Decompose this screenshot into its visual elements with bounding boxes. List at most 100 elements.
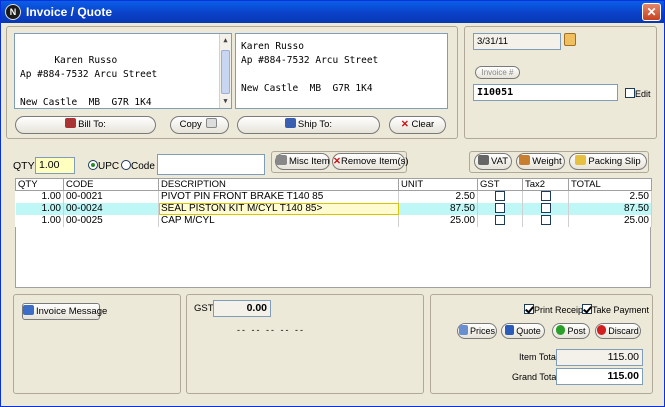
scroll-up-icon[interactable]: ▲ bbox=[220, 35, 231, 46]
bill-to-button[interactable]: Bill To: bbox=[15, 116, 156, 134]
column-header[interactable]: GST bbox=[477, 178, 523, 191]
scroll-down-icon[interactable]: ▼ bbox=[220, 96, 231, 107]
pencil-icon bbox=[276, 155, 287, 165]
row-tax2[interactable] bbox=[522, 203, 569, 215]
table-row[interactable]: 1.00 00-0025 CAP M/CYL 25.00 25.00 bbox=[15, 215, 652, 227]
ship-to-button[interactable]: Ship To: bbox=[237, 116, 380, 134]
x-icon: ✕ bbox=[400, 119, 409, 130]
invoice-number-field[interactable]: I10051 bbox=[473, 84, 618, 101]
row-code[interactable]: 00-0024 bbox=[63, 203, 159, 215]
post-button[interactable]: Post bbox=[552, 323, 590, 339]
column-header[interactable]: Tax2 bbox=[522, 178, 569, 191]
row-total[interactable]: 25.00 bbox=[568, 215, 652, 227]
tax2-checkbox[interactable] bbox=[540, 215, 551, 225]
column-header[interactable]: QTY bbox=[15, 178, 64, 191]
tax2-checkbox[interactable] bbox=[540, 191, 551, 201]
packing-slip-button[interactable]: Packing Slip bbox=[569, 153, 647, 170]
take-payment-checkbox[interactable]: Take Payment bbox=[582, 304, 649, 315]
scroll-thumb[interactable] bbox=[221, 50, 230, 94]
row-tax2[interactable] bbox=[522, 215, 569, 227]
truck-icon bbox=[284, 118, 296, 128]
totals-panel: Print Receipt Take Payment Prices Quote … bbox=[430, 294, 653, 394]
gst-label: GST bbox=[194, 303, 214, 314]
extras-panel: VAT Weight Packing Slip bbox=[469, 151, 649, 173]
calculator-icon bbox=[477, 155, 489, 165]
row-tax2[interactable] bbox=[522, 190, 569, 203]
invoice-number-button[interactable]: Invoice # bbox=[475, 66, 520, 79]
row-unit[interactable]: 25.00 bbox=[398, 215, 478, 227]
date-field[interactable]: 3/31/11 bbox=[473, 33, 561, 50]
users-icon bbox=[65, 118, 77, 128]
gst-total-field: 0.00 bbox=[213, 300, 271, 317]
clear-button[interactable]: ✕ Clear bbox=[389, 116, 446, 134]
bill-to-address[interactable]: Karen Russo Ap #884-7532 Arcu Street New… bbox=[14, 33, 232, 109]
row-unit[interactable]: 2.50 bbox=[398, 190, 478, 203]
prices-button[interactable]: Prices bbox=[457, 323, 497, 339]
row-code[interactable]: 00-0025 bbox=[63, 215, 159, 227]
column-header[interactable]: UNIT bbox=[398, 178, 478, 191]
row-unit[interactable]: 87.50 bbox=[398, 203, 478, 215]
title-bar: N Invoice / Quote ✕ bbox=[1, 1, 664, 23]
grand-total-field: 115.00 bbox=[556, 368, 643, 385]
table-row[interactable]: 1.00 00-0024 SEAL PISTON KIT M/CYL T140 … bbox=[15, 203, 652, 215]
row-description[interactable]: SEAL PISTON KIT M/CYL T140 85> bbox=[158, 203, 399, 215]
bill-to-scrollbar[interactable]: ▲ ▼ bbox=[219, 34, 231, 108]
row-qty[interactable]: 1.00 bbox=[15, 190, 64, 203]
edit-checkbox[interactable]: Edit bbox=[625, 88, 651, 99]
tax-panel: GST 0.00 -- -- -- -- -- bbox=[186, 294, 424, 394]
discard-icon bbox=[597, 325, 607, 335]
prices-icon bbox=[458, 325, 468, 335]
search-input[interactable] bbox=[157, 154, 265, 175]
window-title: Invoice / Quote bbox=[26, 5, 113, 19]
qty-input[interactable]: 1.00 bbox=[35, 157, 75, 174]
copy-button[interactable]: Copy bbox=[170, 116, 229, 134]
gst-checkbox[interactable] bbox=[495, 215, 505, 225]
column-header[interactable]: CODE bbox=[63, 178, 159, 191]
row-qty[interactable]: 1.00 bbox=[15, 203, 64, 215]
code-radio-dot[interactable] bbox=[121, 160, 131, 170]
row-code[interactable]: 00-0021 bbox=[63, 190, 159, 203]
take-payment-check[interactable] bbox=[582, 304, 592, 314]
row-gst[interactable] bbox=[477, 203, 523, 215]
ship-to-address[interactable]: Karen Russo Ap #884-7532 Arcu Street New… bbox=[235, 33, 448, 109]
qty-label: QTY bbox=[13, 160, 35, 172]
app-icon: N bbox=[5, 4, 21, 20]
upc-radio-dot[interactable] bbox=[88, 160, 98, 170]
quote-button[interactable]: Quote bbox=[501, 323, 545, 339]
row-gst[interactable] bbox=[477, 215, 523, 227]
item-total-field: 115.00 bbox=[556, 349, 643, 366]
item-total-label: Item Total bbox=[519, 352, 558, 362]
calendar-icon[interactable] bbox=[564, 33, 576, 46]
row-description[interactable]: PIVOT PIN FRONT BRAKE T140 85 bbox=[158, 190, 399, 203]
discard-button[interactable]: Discard bbox=[595, 323, 641, 339]
row-gst[interactable] bbox=[477, 190, 523, 203]
row-qty[interactable]: 1.00 bbox=[15, 215, 64, 227]
row-total[interactable]: 2.50 bbox=[568, 190, 652, 203]
edit-check[interactable] bbox=[625, 88, 635, 98]
row-description[interactable]: CAP M/CYL bbox=[158, 215, 399, 227]
item-actions-panel: Misc Item ✕Remove Item(s) bbox=[271, 151, 409, 173]
bill-to-text: Karen Russo Ap #884-7532 Arcu Street New… bbox=[20, 55, 158, 108]
vat-button[interactable]: VAT bbox=[474, 153, 512, 170]
table-header: QTY CODE DESCRIPTION UNIT GST Tax2 TOTAL bbox=[15, 178, 652, 191]
remove-items-button[interactable]: ✕Remove Item(s) bbox=[332, 153, 409, 170]
invoice-message-button[interactable]: Invoice Message bbox=[22, 303, 107, 320]
gst-checkbox[interactable] bbox=[495, 203, 505, 213]
grand-total-label: Grand Total bbox=[512, 372, 559, 382]
column-header[interactable]: DESCRIPTION bbox=[158, 178, 399, 191]
tax2-checkbox[interactable] bbox=[540, 203, 551, 213]
code-radio[interactable]: Code bbox=[121, 160, 155, 172]
upc-radio[interactable]: UPC bbox=[88, 160, 119, 172]
print-receipt-checkbox[interactable]: Print Receipt bbox=[524, 304, 586, 315]
misc-item-button[interactable]: Misc Item bbox=[275, 153, 330, 170]
gst-checkbox[interactable] bbox=[495, 191, 505, 201]
table-row[interactable]: 1.00 00-0021 PIVOT PIN FRONT BRAKE T140 … bbox=[15, 190, 652, 203]
tax-placeholder: -- -- -- -- -- bbox=[237, 325, 305, 335]
row-total[interactable]: 87.50 bbox=[568, 203, 652, 215]
items-table[interactable]: QTY CODE DESCRIPTION UNIT GST Tax2 TOTAL… bbox=[15, 178, 652, 227]
print-receipt-check[interactable] bbox=[524, 304, 534, 314]
close-icon[interactable]: ✕ bbox=[642, 3, 661, 21]
weight-button[interactable]: Weight bbox=[516, 153, 565, 170]
column-header[interactable]: TOTAL bbox=[568, 178, 652, 191]
address-panel: Karen Russo Ap #884-7532 Arcu Street New… bbox=[6, 26, 458, 139]
